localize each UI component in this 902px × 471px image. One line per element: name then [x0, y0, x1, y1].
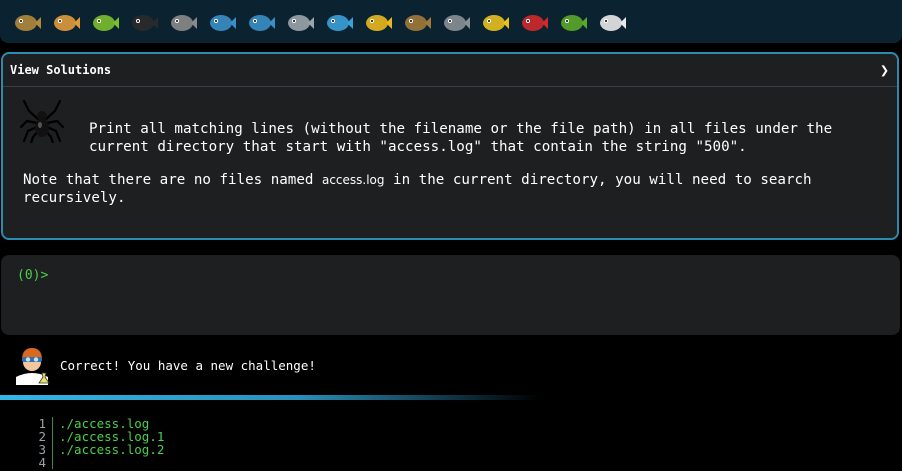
snail-icon	[14, 14, 41, 31]
note-code: access.log	[321, 173, 385, 187]
level-button[interactable]	[123, 0, 162, 43]
level-button[interactable]	[6, 0, 45, 43]
result-message: Correct! You have a new challenge!	[60, 358, 316, 373]
whale-icon	[209, 14, 236, 31]
level-button[interactable]	[474, 0, 513, 43]
command-output: 1 ./access.log 2 ./access.log.1 3 ./access.lo…	[30, 417, 164, 469]
spider-icon	[19, 99, 65, 143]
level-button[interactable]	[552, 0, 591, 43]
output-line: 4	[30, 456, 164, 469]
butterfly-icon	[53, 14, 80, 31]
line-text: ./access.log.2	[59, 442, 165, 457]
challenge-note: Note that there are no files named acces…	[23, 171, 812, 207]
scientist-avatar-icon	[16, 348, 50, 385]
level-button[interactable]	[84, 0, 123, 43]
level-bar	[0, 0, 902, 43]
level-button[interactable]	[240, 0, 279, 43]
note-text: Note that there are no files named	[23, 172, 322, 188]
level-button[interactable]	[201, 0, 240, 43]
level-button[interactable]	[45, 0, 84, 43]
terminal[interactable]: (0)>	[1, 255, 900, 335]
progress-bar	[0, 395, 540, 400]
solutions-panel: View Solutions ❯ Print all matching line…	[1, 52, 899, 240]
spider-icon	[599, 14, 626, 31]
level-button[interactable]	[591, 0, 630, 43]
line-number: 4	[30, 456, 53, 469]
tropical-fish-icon	[365, 14, 392, 31]
level-button[interactable]	[357, 0, 396, 43]
shark-icon	[287, 14, 314, 31]
level-button[interactable]	[279, 0, 318, 43]
bee-icon	[482, 14, 509, 31]
terminal-prompt: (0)>	[17, 268, 49, 283]
view-solutions-header[interactable]: View Solutions ❯	[3, 54, 897, 87]
level-button[interactable]	[318, 0, 357, 43]
caterpillar-icon	[92, 14, 119, 31]
challenge-description: Print all matching lines (without the fi…	[89, 121, 833, 155]
level-button[interactable]	[162, 0, 201, 43]
chevron-right-icon[interactable]: ❯	[880, 61, 889, 79]
line-text	[53, 456, 59, 469]
wolf-icon	[443, 14, 470, 31]
panel-title: View Solutions	[10, 63, 112, 77]
dolphin-icon	[248, 14, 275, 31]
level-button[interactable]	[513, 0, 552, 43]
ladybug-icon	[521, 14, 548, 31]
lizard-icon	[560, 14, 587, 31]
level-button[interactable]	[396, 0, 435, 43]
output-line: 3 ./access.log.2	[30, 443, 164, 456]
fish-icon	[326, 14, 353, 31]
spiderweb-icon	[170, 14, 197, 31]
level-button[interactable]	[435, 0, 474, 43]
pufferfish-icon	[404, 14, 431, 31]
ant-icon	[131, 14, 158, 31]
